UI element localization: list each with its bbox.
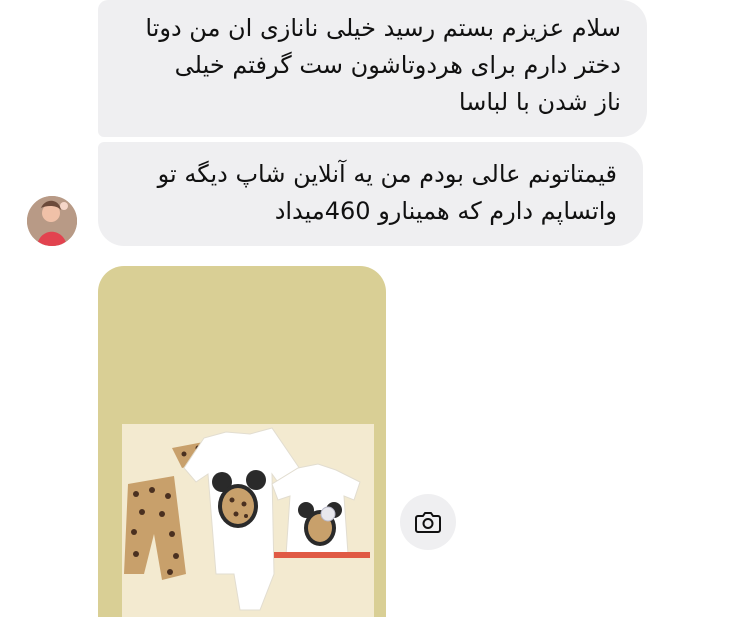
photo-attachment[interactable] xyxy=(98,266,386,617)
camera-button[interactable] xyxy=(400,494,456,550)
clothing-photo xyxy=(122,424,374,617)
chat-screen: سلام عزیزم بستم رسید خیلی نانازی ان من د… xyxy=(0,0,750,617)
camera-icon xyxy=(415,512,441,533)
message-bubble[interactable]: قیمتاتونم عالی بودم من یه آنلاین شاپ دیگ… xyxy=(98,142,643,246)
message-text: قیمتاتونم عالی بودم من یه آنلاین شاپ دیگ… xyxy=(157,160,617,225)
message-bubble[interactable]: سلام عزیزم بستم رسید خیلی نانازی ان من د… xyxy=(98,0,647,137)
attachment-photo xyxy=(122,424,374,617)
message-text: سلام عزیزم بستم رسید خیلی نانازی ان من د… xyxy=(145,14,621,116)
avatar[interactable] xyxy=(27,196,77,246)
avatar-image xyxy=(27,196,77,246)
